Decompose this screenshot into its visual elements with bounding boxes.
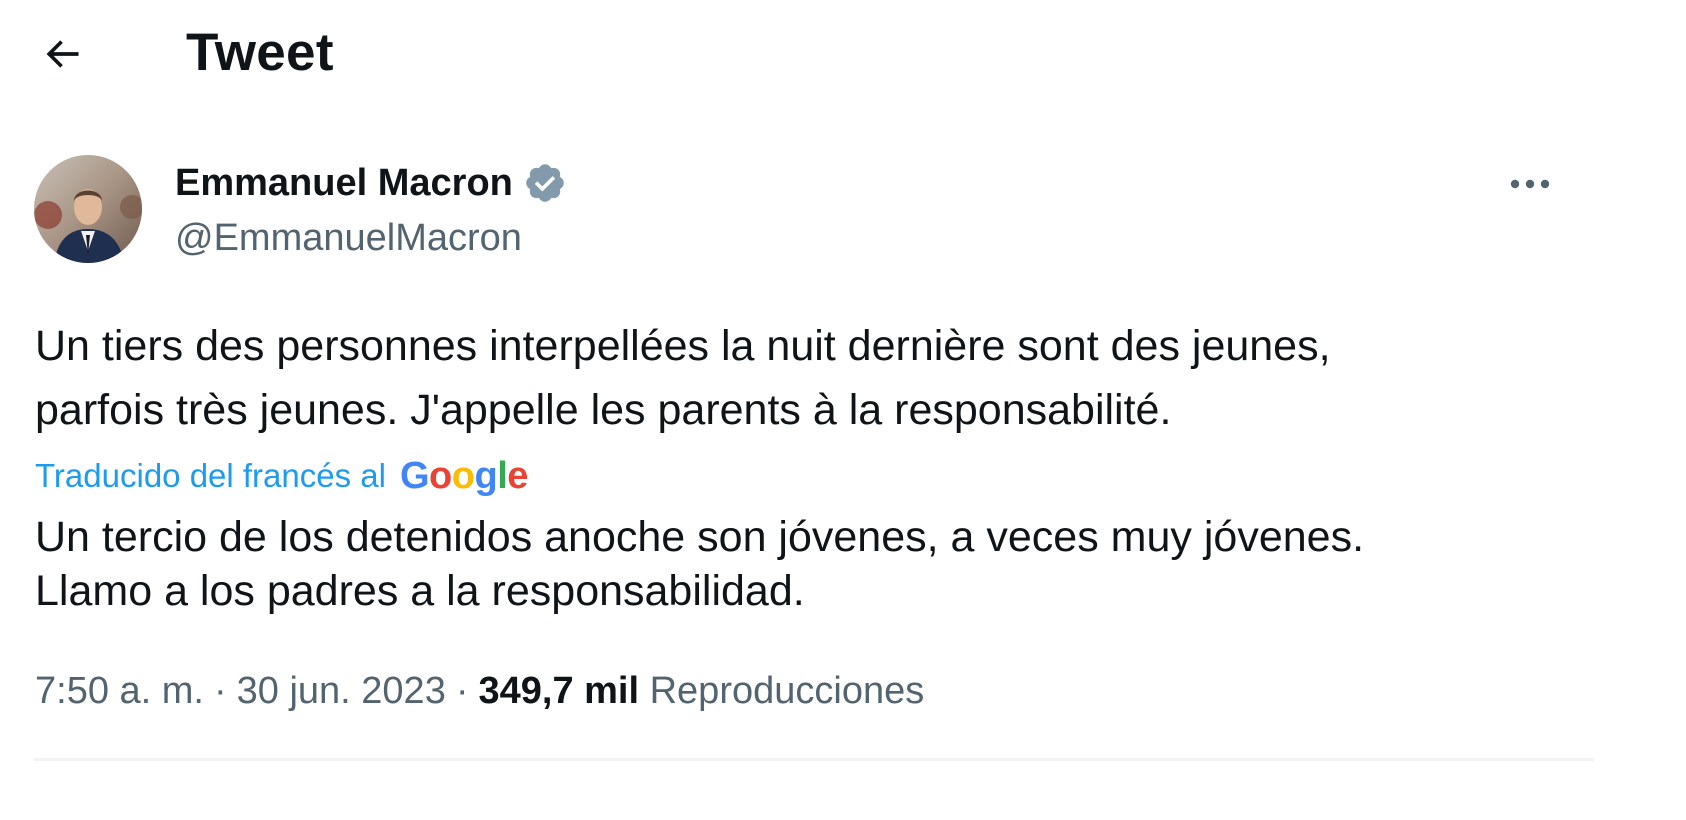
meta-separator: · [455, 670, 469, 712]
tweet-text-line: Un tiers des personnes interpellées la n… [35, 322, 1331, 370]
author-handle[interactable]: @EmmanuelMacron [175, 214, 567, 262]
divider [34, 758, 1594, 761]
tweet-text-line: parfois très jeunes. J'appelle les paren… [35, 386, 1172, 434]
google-logo-letter: G [399, 455, 430, 497]
google-logo-letter: o [429, 455, 452, 497]
page-title: Tweet [186, 23, 334, 82]
avatar[interactable] [34, 155, 142, 263]
tweet-time[interactable]: 7:50 a. m. [35, 670, 204, 712]
back-button[interactable] [34, 28, 90, 80]
verified-badge-icon [523, 161, 567, 205]
more-horizontal-icon [1510, 179, 1550, 189]
arrow-left-icon [46, 40, 79, 68]
top-bar: Tweet [0, 0, 1686, 110]
translation-label-link[interactable]: Traducido del francés al [35, 454, 386, 498]
translated-text-line: Llamo a los padres a la responsabilidad. [35, 567, 805, 615]
tweet-metadata: 7:50 a. m. · 30 jun. 2023 · 349,7 mil Reprod… [35, 666, 924, 716]
tweet-author: Emmanuel Macron @EmmanuelMacron [175, 158, 567, 262]
translated-text: Un tercio de los detenidos anoche son jó… [35, 510, 1595, 618]
translated-text-line: Un tercio de los detenidos anoche son jó… [35, 513, 1365, 561]
tweet-text: Un tiers des personnes interpellées la n… [35, 314, 1595, 442]
google-logo-letter: e [507, 455, 528, 497]
google-logo: Google [400, 454, 528, 498]
more-options-button[interactable] [1500, 160, 1560, 208]
views-count[interactable]: 349,7 mil [478, 670, 639, 712]
views-label: Reproducciones [649, 670, 925, 712]
tweet-date[interactable]: 30 jun. 2023 [237, 670, 446, 712]
author-display-name[interactable]: Emmanuel Macron [175, 159, 513, 207]
google-logo-letter: o [451, 455, 475, 497]
google-logo-letter: l [497, 455, 508, 497]
avatar-photo [34, 155, 142, 263]
meta-separator: · [213, 670, 227, 712]
google-logo-letter: g [474, 455, 498, 497]
translation-attribution: Traducido del francés al Google [35, 450, 528, 502]
